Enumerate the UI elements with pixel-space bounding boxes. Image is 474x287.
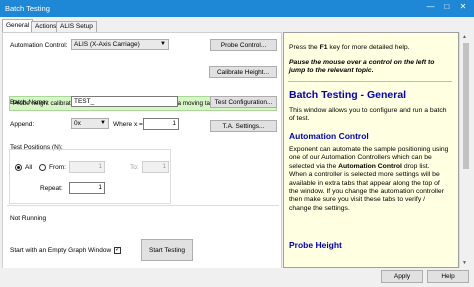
to-input[interactable]: 1 bbox=[142, 161, 169, 173]
ta-settings-button[interactable]: T.A. Settings... bbox=[210, 120, 277, 132]
help-pane[interactable]: Press the F1 key for more detailed help.… bbox=[283, 32, 459, 268]
chevron-down-icon: ▼ bbox=[160, 41, 166, 47]
apply-button[interactable]: Apply bbox=[381, 270, 423, 283]
start-empty-checkbox[interactable]: ✓ bbox=[114, 247, 121, 254]
help-hover-text: Pause the mouse over a control on the le… bbox=[289, 59, 435, 75]
help-divider bbox=[288, 81, 452, 82]
general-panel: Automation Control: ALIS (X-Axis Carriag… bbox=[2, 32, 282, 270]
window-title: Batch Testing bbox=[5, 4, 50, 13]
to-label: To: bbox=[130, 164, 139, 171]
test-configuration-button[interactable]: Test Configuration... bbox=[210, 96, 277, 108]
help-automation-text: Exponent can automate the sample positio… bbox=[289, 146, 449, 212]
where-x-input[interactable]: 1 bbox=[143, 118, 179, 130]
tab-label: Actions bbox=[35, 23, 57, 30]
status-text: Not Running bbox=[10, 215, 47, 222]
divider bbox=[7, 205, 279, 206]
apply-label: Apply bbox=[393, 273, 411, 280]
title-bar[interactable]: Batch Testing — □ ✕ bbox=[0, 0, 474, 17]
all-radio[interactable] bbox=[15, 164, 22, 171]
scroll-thumb[interactable] bbox=[463, 43, 469, 169]
calibrate-height-button[interactable]: Calibrate Height... bbox=[209, 66, 277, 78]
append-value: 0x bbox=[74, 120, 81, 127]
append-select[interactable]: 0x ▼ bbox=[71, 118, 109, 129]
from-input[interactable]: 1 bbox=[69, 161, 105, 173]
start-testing-label: Start Testing bbox=[148, 246, 185, 254]
repeat-input[interactable]: 1 bbox=[69, 182, 105, 194]
automation-control-label: Automation Control: bbox=[10, 42, 68, 49]
tab-general[interactable]: General bbox=[2, 19, 34, 32]
test-configuration-label: Test Configuration... bbox=[214, 98, 273, 106]
scroll-up-icon[interactable]: ▲ bbox=[462, 34, 467, 40]
batch-name-input[interactable]: TEST_ bbox=[71, 96, 178, 107]
start-testing-button[interactable]: Start Testing bbox=[141, 239, 193, 261]
help-label: Help bbox=[441, 273, 455, 280]
help-section-automation: Automation Control bbox=[289, 131, 369, 141]
scroll-down-icon[interactable]: ▼ bbox=[462, 260, 467, 266]
close-icon[interactable]: ✕ bbox=[456, 2, 470, 11]
tab-label: ALIS Setup bbox=[60, 23, 93, 30]
chevron-down-icon: ▼ bbox=[100, 120, 106, 126]
all-label: All bbox=[25, 164, 33, 171]
calibrate-height-label: Calibrate Height... bbox=[216, 68, 270, 76]
test-positions-group: All From: 1 To: 1 Repeat: 1 bbox=[9, 149, 171, 204]
append-label: Append: bbox=[10, 121, 35, 128]
help-button[interactable]: Help bbox=[427, 270, 469, 283]
maximize-icon[interactable]: □ bbox=[440, 2, 454, 11]
window-controls: — □ ✕ bbox=[424, 2, 470, 11]
start-empty-label: Start with an Empty Graph Window bbox=[10, 247, 112, 254]
repeat-label: Repeat: bbox=[40, 185, 63, 192]
help-intro: This window allows you to configure and … bbox=[289, 107, 447, 123]
help-scrollbar[interactable]: ▲ ▼ bbox=[459, 32, 472, 268]
help-title: Batch Testing - General bbox=[289, 89, 407, 101]
tab-bar: General Actions ALIS Setup bbox=[0, 19, 280, 32]
ta-settings-label: T.A. Settings... bbox=[222, 122, 265, 130]
from-radio[interactable] bbox=[39, 164, 46, 171]
tab-label: General bbox=[6, 22, 30, 29]
automation-control-value: ALIS (X-Axis Carriage) bbox=[74, 41, 140, 48]
from-label: From: bbox=[49, 164, 66, 171]
batch-testing-window: Batch Testing — □ ✕ General Actions ALIS… bbox=[0, 0, 474, 287]
minimize-icon[interactable]: — bbox=[424, 2, 438, 11]
batch-name-label: Batch Name: bbox=[10, 99, 48, 106]
help-section-probe: Probe Height bbox=[289, 240, 342, 250]
help-f1-text: Press the F1 key for more detailed help. bbox=[289, 44, 410, 51]
probe-control-button[interactable]: Probe Control... bbox=[210, 39, 277, 51]
probe-control-label: Probe Control... bbox=[220, 41, 267, 49]
footer: Apply Help bbox=[0, 268, 474, 287]
tab-alis-setup[interactable]: ALIS Setup bbox=[56, 21, 97, 32]
automation-control-select[interactable]: ALIS (X-Axis Carriage) ▼ bbox=[71, 39, 169, 50]
where-x-label: Where x = bbox=[113, 121, 143, 128]
